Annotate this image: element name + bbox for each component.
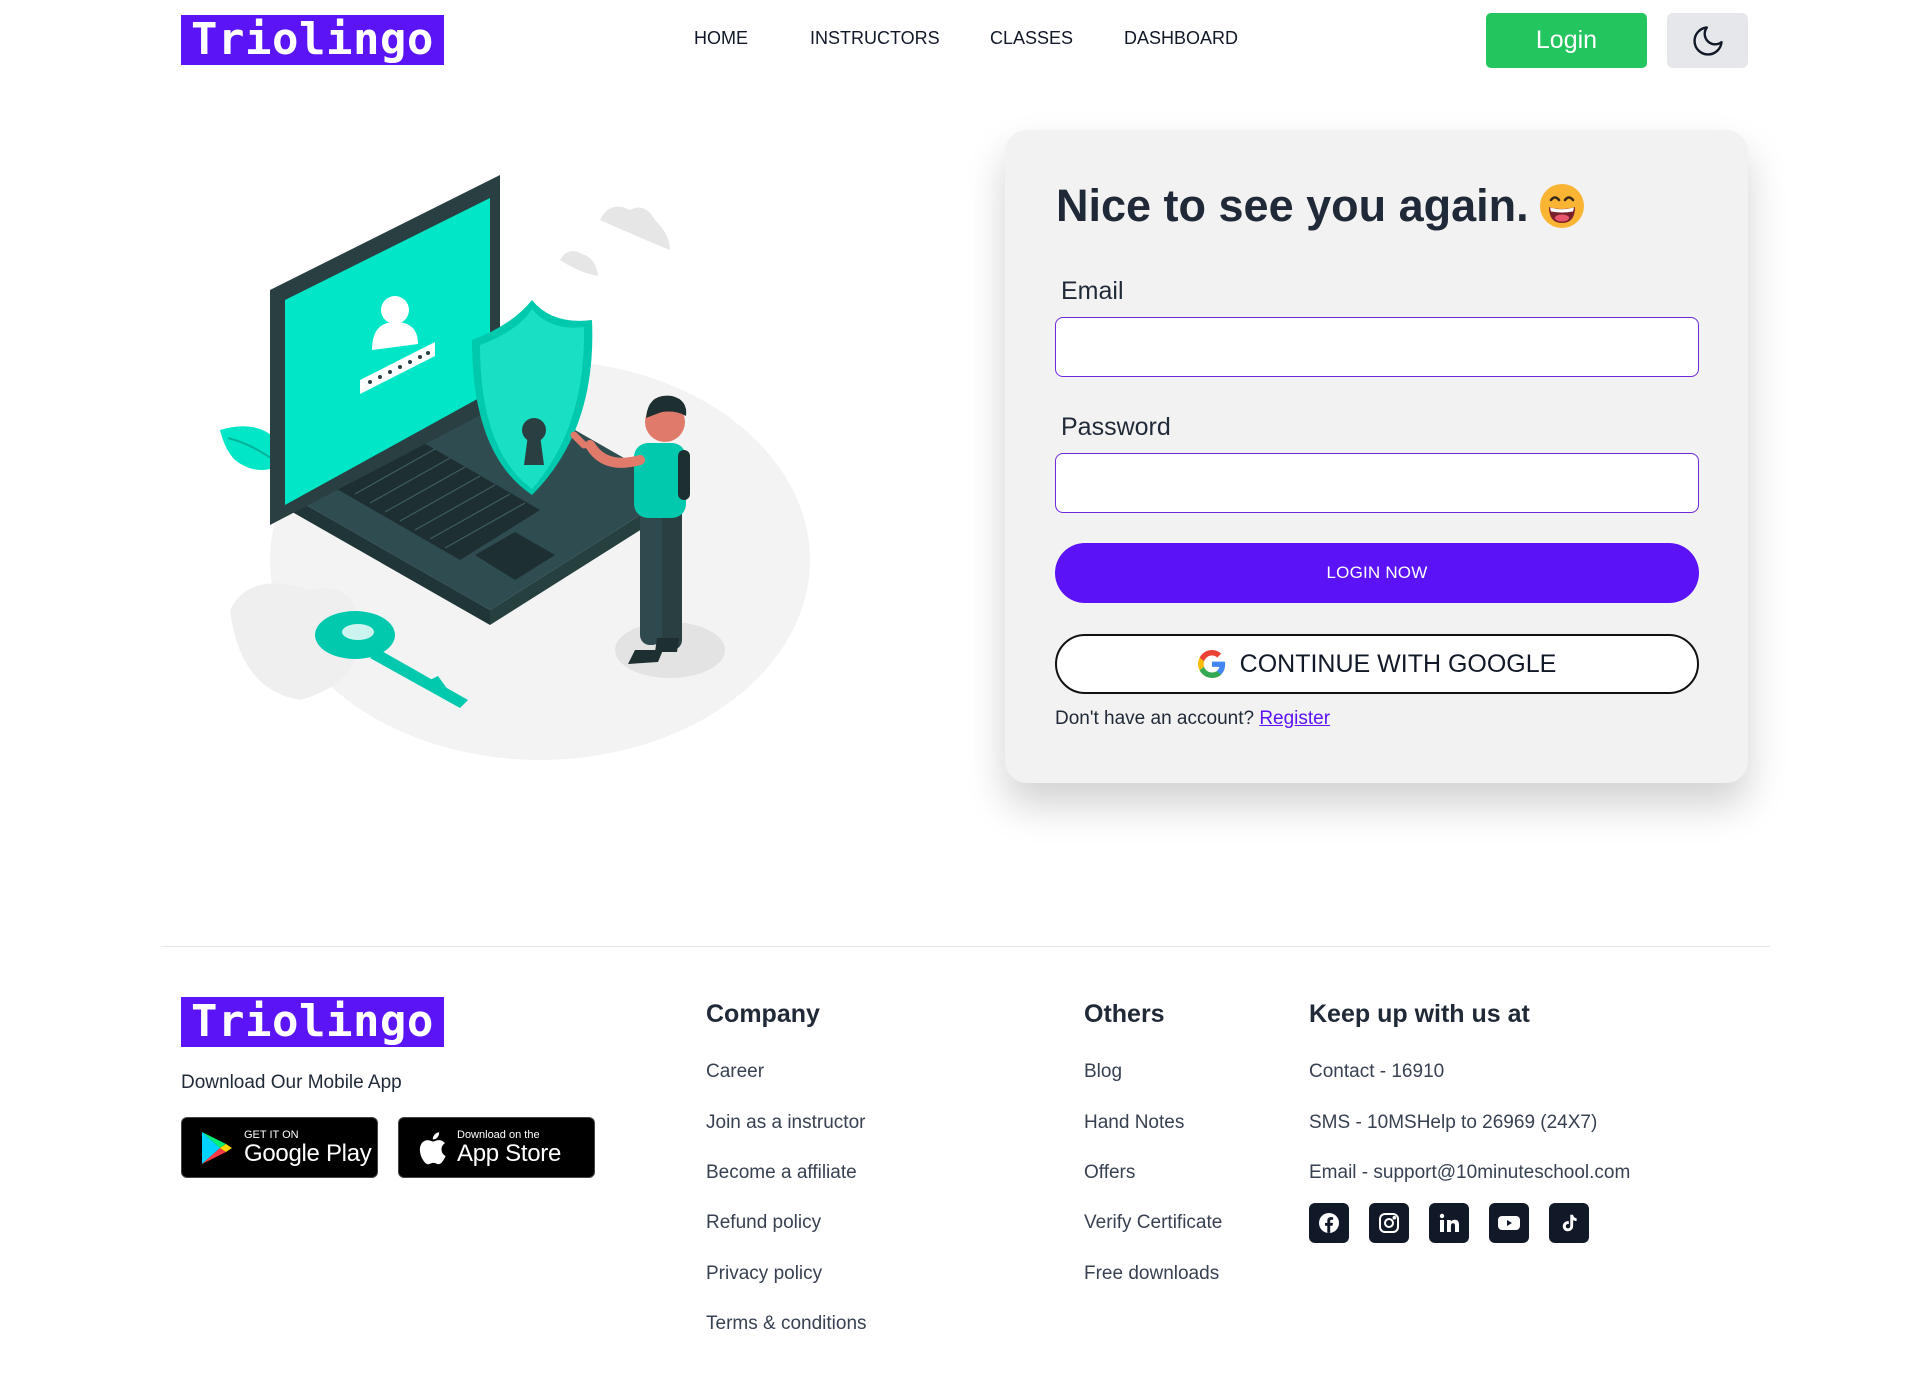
nav-instructors[interactable]: INSTRUCTORS: [810, 28, 940, 49]
company-title: Company: [706, 1000, 820, 1028]
google-icon: [1197, 650, 1225, 678]
register-link[interactable]: Register: [1259, 708, 1330, 729]
tiktok-icon: [1562, 1214, 1577, 1232]
facebook-icon: [1319, 1213, 1339, 1233]
security-illustration: [210, 160, 810, 760]
footer-divider: [161, 946, 1770, 947]
youtube-link[interactable]: [1489, 1203, 1529, 1243]
footer-link-refund-policy[interactable]: Refund policy: [706, 1212, 821, 1234]
others-title: Others: [1084, 1000, 1165, 1028]
tiktok-link[interactable]: [1549, 1203, 1589, 1243]
keep-up-title: Keep up with us at: [1309, 1000, 1530, 1028]
google-play-button[interactable]: GET IT ON Google Play: [181, 1117, 378, 1178]
register-prompt: Don't have an account? Register: [1055, 708, 1330, 730]
app-store-button[interactable]: Download on the App Store: [398, 1117, 595, 1178]
moon-icon: [1692, 25, 1723, 56]
footer-link-join-instructor[interactable]: Join as a instructor: [706, 1112, 865, 1134]
app-store-small-text: Download on the: [457, 1128, 540, 1141]
theme-toggle-button[interactable]: [1667, 13, 1748, 68]
linkedin-icon: [1439, 1213, 1459, 1232]
footer-link-terms[interactable]: Terms & conditions: [706, 1313, 867, 1335]
app-store-big-text: App Store: [457, 1139, 562, 1167]
contact-email: Email - support@10minuteschool.com: [1309, 1162, 1631, 1183]
password-field[interactable]: [1055, 453, 1699, 513]
footer-link-hand-notes[interactable]: Hand Notes: [1084, 1112, 1184, 1134]
contact-sms: SMS - 10MSHelp to 26969 (24X7): [1309, 1112, 1598, 1133]
no-account-text: Don't have an account?: [1055, 708, 1255, 729]
footer-link-blog[interactable]: Blog: [1084, 1061, 1122, 1083]
login-title-text: Nice to see you again.: [1056, 180, 1529, 231]
footer-brand-logo[interactable]: Triolingo: [181, 997, 444, 1047]
download-app-text: Download Our Mobile App: [181, 1072, 402, 1093]
password-label: Password: [1061, 413, 1171, 441]
email-label: Email: [1061, 277, 1124, 305]
grinning-face-emoji-icon: [1539, 184, 1584, 228]
brand-logo[interactable]: Triolingo: [181, 15, 444, 65]
youtube-icon: [1498, 1216, 1520, 1230]
footer-link-offers[interactable]: Offers: [1084, 1162, 1135, 1184]
nav-dashboard[interactable]: DASHBOARD: [1124, 28, 1238, 49]
nav-home[interactable]: HOME: [694, 28, 748, 49]
contact-phone: Contact - 16910: [1309, 1061, 1445, 1082]
login-card: Nice to see you again. Email Password LO…: [1005, 130, 1748, 783]
continue-with-google-button[interactable]: CONTINUE WITH GOOGLE: [1055, 634, 1699, 694]
instagram-link[interactable]: [1369, 1203, 1409, 1243]
linkedin-link[interactable]: [1429, 1203, 1469, 1243]
login-title: Nice to see you again.: [1056, 180, 1585, 232]
google-play-icon: [202, 1131, 232, 1164]
header-login-button[interactable]: Login: [1486, 13, 1647, 68]
footer-link-privacy-policy[interactable]: Privacy policy: [706, 1263, 822, 1285]
footer-link-free-downloads[interactable]: Free downloads: [1084, 1263, 1219, 1285]
google-play-small-text: GET IT ON: [244, 1128, 299, 1141]
footer-link-career[interactable]: Career: [706, 1061, 764, 1083]
footer-link-verify-certificate[interactable]: Verify Certificate: [1084, 1212, 1222, 1234]
login-now-button[interactable]: LOGIN NOW: [1055, 543, 1699, 603]
google-play-big-text: Google Play: [244, 1139, 372, 1167]
apple-icon: [419, 1131, 446, 1164]
google-button-label: CONTINUE WITH GOOGLE: [1239, 649, 1557, 678]
email-field[interactable]: [1055, 317, 1699, 377]
facebook-link[interactable]: [1309, 1203, 1349, 1243]
nav-classes[interactable]: CLASSES: [990, 28, 1073, 49]
instagram-icon: [1379, 1213, 1399, 1233]
footer-link-affiliate[interactable]: Become a affiliate: [706, 1162, 857, 1184]
